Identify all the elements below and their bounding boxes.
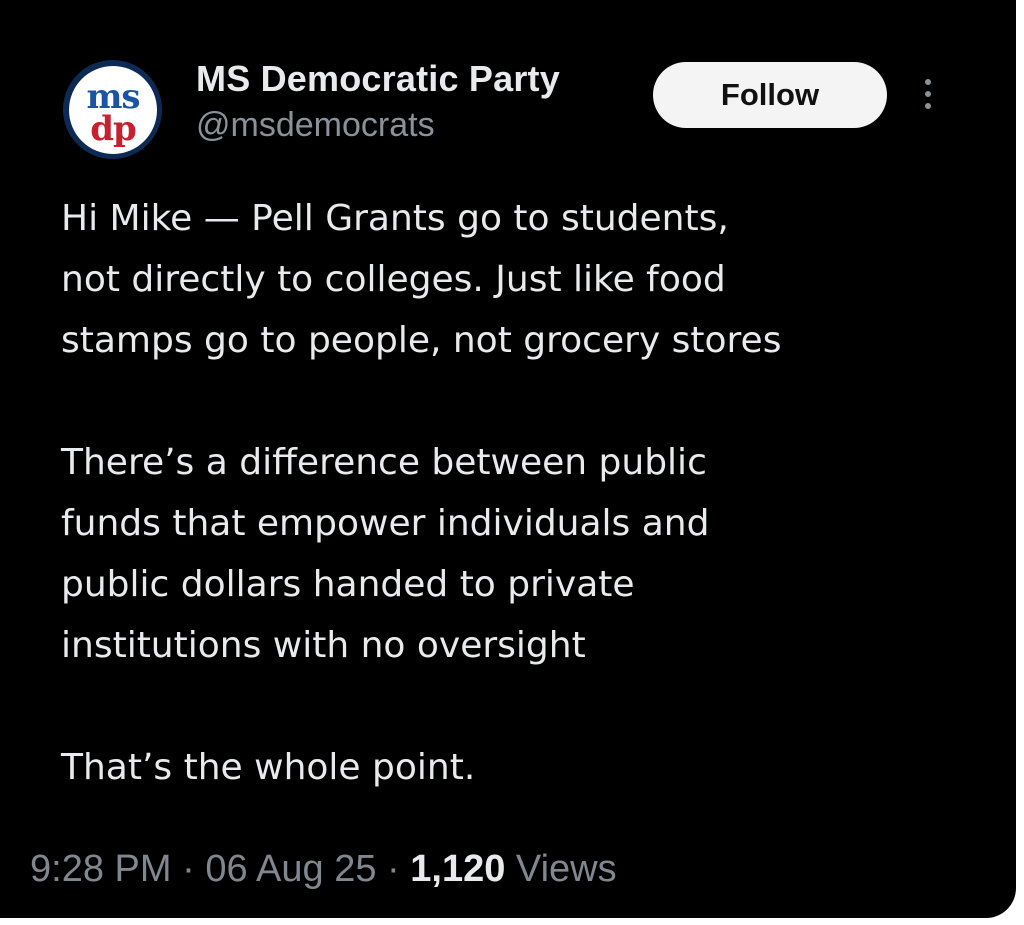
more-vertical-icon[interactable] [918, 76, 938, 112]
tweet-paragraph: There’s a difference between public fund… [61, 432, 961, 676]
tweet-date[interactable]: 06 Aug 25 [205, 848, 376, 890]
views-label: Views [515, 848, 617, 890]
follow-button[interactable]: Follow [653, 62, 887, 128]
meta-separator: · [182, 848, 195, 890]
tweet-paragraph: That’s the whole point. [61, 737, 961, 798]
tweet-line: public dollars handed to private [61, 564, 635, 605]
tweet-line: Hi Mike — Pell Grants go to students, [61, 198, 729, 239]
avatar[interactable]: ms dp [63, 60, 162, 159]
tweet-meta: 9:28 PM · 06 Aug 25 · 1,120 Views [30, 848, 617, 891]
tweet-line: funds that empower individuals and [61, 503, 710, 544]
tweet-text: Hi Mike — Pell Grants go to students, no… [61, 188, 961, 859]
tweet-card: ms dp MS Democratic Party @msdemocrats F… [0, 0, 1016, 918]
tweet-line: There’s a difference between public [61, 442, 707, 483]
avatar-logo-bottom: dp [90, 109, 136, 149]
handle[interactable]: @msdemocrats [196, 106, 435, 145]
tweet-line: stamps go to people, not grocery stores [61, 320, 782, 361]
views-count[interactable]: 1,120 [410, 848, 505, 890]
meta-separator: · [387, 848, 400, 890]
display-name[interactable]: MS Democratic Party [196, 58, 560, 100]
tweet-paragraph: Hi Mike — Pell Grants go to students, no… [61, 188, 961, 371]
tweet-line: institutions with no oversight [61, 625, 586, 666]
tweet-line: not directly to colleges. Just like food [61, 259, 726, 300]
msdp-logo-icon: ms dp [68, 65, 157, 154]
tweet-line: That’s the whole point. [61, 747, 476, 788]
tweet-time[interactable]: 9:28 PM [30, 848, 172, 890]
